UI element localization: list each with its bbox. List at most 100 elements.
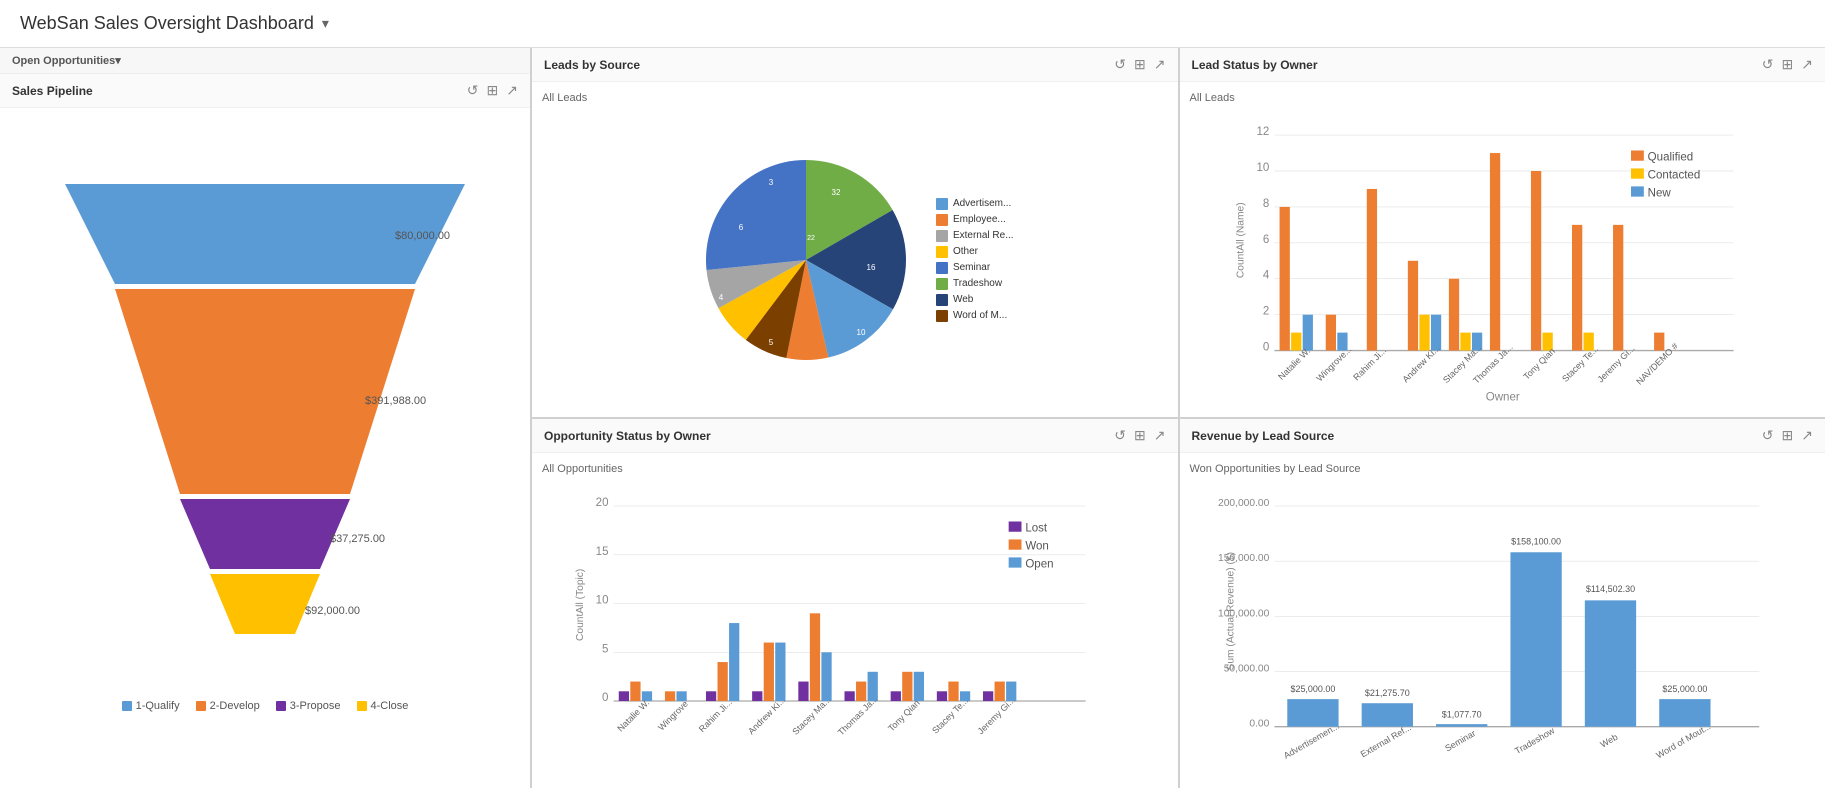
bar-jeremy-qualified[interactable] bbox=[1613, 225, 1623, 351]
revenue-expand-icon[interactable]: ↗ bbox=[1801, 427, 1813, 444]
grid-icon[interactable]: ⊞ bbox=[487, 82, 499, 99]
revenue-grid-icon[interactable]: ⊞ bbox=[1782, 427, 1794, 444]
leads-expand-icon[interactable]: ↗ bbox=[1154, 56, 1166, 73]
sales-pipeline-panel: Open Opportunities ▾ Sales Pipeline ↺ ⊞ … bbox=[0, 48, 530, 788]
lead-status-panel-icons: ↺ ⊞ ↗ bbox=[1762, 56, 1813, 73]
bar-thomas-lost[interactable] bbox=[844, 691, 854, 701]
opp-y-5: 5 bbox=[602, 643, 608, 655]
header-chevron-icon[interactable]: ▾ bbox=[322, 15, 329, 32]
lead-status-expand-icon[interactable]: ↗ bbox=[1801, 56, 1813, 73]
funnel-value-close: $92,000.00 bbox=[305, 605, 360, 617]
funnel-segment-close[interactable] bbox=[210, 574, 320, 634]
bar-jeremy-lost[interactable] bbox=[983, 691, 993, 701]
leads-by-source-header: Leads by Source ↺ ⊞ ↗ bbox=[532, 48, 1178, 82]
bar-tony-won[interactable] bbox=[902, 672, 912, 701]
bar-andrew-won[interactable] bbox=[764, 643, 774, 701]
bar-rahim-open[interactable] bbox=[729, 623, 739, 701]
legend-develop-label: 2-Develop bbox=[210, 700, 260, 712]
bar-stacey-te-qualified[interactable] bbox=[1572, 225, 1582, 351]
expand-icon[interactable]: ↗ bbox=[506, 82, 518, 99]
opp-status-panel-icons: ↺ ⊞ ↗ bbox=[1114, 427, 1165, 444]
bar-andrew-open[interactable] bbox=[775, 643, 785, 701]
bar-navdemo-qualified[interactable] bbox=[1654, 333, 1664, 351]
bar-wingrove-won[interactable] bbox=[665, 691, 675, 701]
legend-seminar-color bbox=[936, 262, 948, 274]
legend-other: Other bbox=[936, 246, 1014, 258]
bar-natalie-qualified[interactable] bbox=[1279, 207, 1289, 351]
bar-rahim-qualified[interactable] bbox=[1366, 189, 1376, 351]
legend-tradeshow-label: Tradeshow bbox=[953, 278, 1002, 289]
rev-label-word-val: $25,000.00 bbox=[1662, 684, 1707, 694]
opp-legend-lost-dot bbox=[1009, 521, 1022, 531]
bar-tony-qualified[interactable] bbox=[1530, 171, 1540, 351]
x-axis-title-lead-status: Owner bbox=[1485, 392, 1519, 404]
legend-develop-dot bbox=[196, 701, 206, 711]
bar-staceyma-won[interactable] bbox=[810, 613, 820, 701]
funnel-value-develop: $391,988.00 bbox=[365, 395, 426, 407]
legend-other-label: Other bbox=[953, 246, 978, 257]
bar-tradeshow[interactable] bbox=[1510, 552, 1561, 726]
opp-status-refresh-icon[interactable]: ↺ bbox=[1114, 427, 1126, 444]
rev-y-axis-title: Sum (Actual Revenue) ($) bbox=[1225, 552, 1236, 671]
bar-tony-lost[interactable] bbox=[891, 691, 901, 701]
opp-label-rahim: Rahim Ji... bbox=[697, 697, 734, 734]
bar-natalie-won[interactable] bbox=[630, 682, 640, 701]
refresh-icon[interactable]: ↺ bbox=[467, 82, 479, 99]
revenue-svg: 200,000.00 150,000.00 100,000.00 50,000.… bbox=[1190, 483, 1816, 778]
open-opportunities-filter[interactable]: Open Opportunities ▾ bbox=[0, 48, 530, 74]
bar-wingrove-qualified[interactable] bbox=[1325, 315, 1335, 351]
opp-status-svg: 20 15 10 5 0 CountAll (Topic) bbox=[542, 483, 1168, 778]
bar-thomas-won[interactable] bbox=[856, 682, 866, 701]
rev-label-web: Web bbox=[1598, 732, 1619, 750]
opp-status-expand-icon[interactable]: ↗ bbox=[1154, 427, 1166, 444]
legend-propose: 3-Propose bbox=[276, 700, 341, 712]
lead-status-refresh-icon[interactable]: ↺ bbox=[1762, 56, 1774, 73]
bar-stacey-ma-qualified[interactable] bbox=[1448, 279, 1458, 351]
bar-rahim-lost[interactable] bbox=[706, 691, 716, 701]
funnel-segment-develop[interactable] bbox=[115, 289, 415, 494]
revenue-by-lead-source-panel: Revenue by Lead Source ↺ ⊞ ↗ Won Opportu… bbox=[1180, 419, 1825, 788]
bar-jeremy-won[interactable] bbox=[995, 682, 1005, 701]
bar-natalie-lost[interactable] bbox=[619, 691, 629, 701]
pie-label-external: 3 bbox=[769, 178, 774, 187]
legend-close: 4-Close bbox=[357, 700, 409, 712]
bar-staceyte-lost[interactable] bbox=[937, 691, 947, 701]
panel-icons: ↺ ⊞ ↗ bbox=[467, 82, 518, 99]
bar-andrew-qualified[interactable] bbox=[1407, 261, 1417, 351]
bar-staceyma-lost[interactable] bbox=[798, 682, 808, 701]
bar-andrew-lost[interactable] bbox=[752, 691, 762, 701]
legend-wordofm-color bbox=[936, 310, 948, 322]
legend-advertisem: Advertisem... bbox=[936, 198, 1014, 210]
pie-slice-seminar[interactable] bbox=[706, 160, 806, 270]
legend-external-color bbox=[936, 230, 948, 242]
bar-andrew-contacted[interactable] bbox=[1419, 315, 1429, 351]
legend-contacted-dot bbox=[1631, 168, 1644, 178]
opp-label-natalie: Natalie W. bbox=[615, 698, 651, 734]
revenue-refresh-icon[interactable]: ↺ bbox=[1762, 427, 1774, 444]
pie-chart-area: 32 16 10 5 4 6 3 22 Advertisem... bbox=[542, 112, 1168, 407]
leads-panel-icons: ↺ ⊞ ↗ bbox=[1114, 56, 1165, 73]
bar-web[interactable] bbox=[1584, 600, 1635, 726]
legend-employee: Employee... bbox=[936, 214, 1014, 226]
bar-stacey-ma-contacted[interactable] bbox=[1460, 333, 1470, 351]
bar-natalie-contacted[interactable] bbox=[1291, 333, 1301, 351]
funnel-segment-propose[interactable] bbox=[180, 499, 350, 569]
opp-status-content: All Opportunities 20 15 10 5 0 CountAll … bbox=[532, 453, 1178, 788]
bar-tony-open[interactable] bbox=[914, 672, 924, 701]
lead-status-grid-icon[interactable]: ⊞ bbox=[1782, 56, 1794, 73]
rev-label-tradeshow: Tradeshow bbox=[1513, 725, 1557, 756]
header: WebSan Sales Oversight Dashboard ▾ bbox=[0, 0, 1825, 48]
bar-staceyte-won[interactable] bbox=[948, 682, 958, 701]
bar-rahim-won[interactable] bbox=[718, 662, 728, 701]
bar-seminar[interactable] bbox=[1436, 724, 1487, 727]
filter-chevron-icon: ▾ bbox=[115, 54, 121, 67]
revenue-header: Revenue by Lead Source ↺ ⊞ ↗ bbox=[1180, 419, 1825, 453]
leads-refresh-icon[interactable]: ↺ bbox=[1114, 56, 1126, 73]
pie-label-tradeshow: 32 bbox=[832, 188, 841, 197]
rev-label-web-val: $114,502.30 bbox=[1585, 584, 1634, 594]
bar-thomas-qualified[interactable] bbox=[1489, 153, 1499, 351]
bar-staceyma-open[interactable] bbox=[821, 652, 831, 701]
leads-grid-icon[interactable]: ⊞ bbox=[1134, 56, 1146, 73]
opp-status-grid-icon[interactable]: ⊞ bbox=[1134, 427, 1146, 444]
legend-web-color bbox=[936, 294, 948, 306]
